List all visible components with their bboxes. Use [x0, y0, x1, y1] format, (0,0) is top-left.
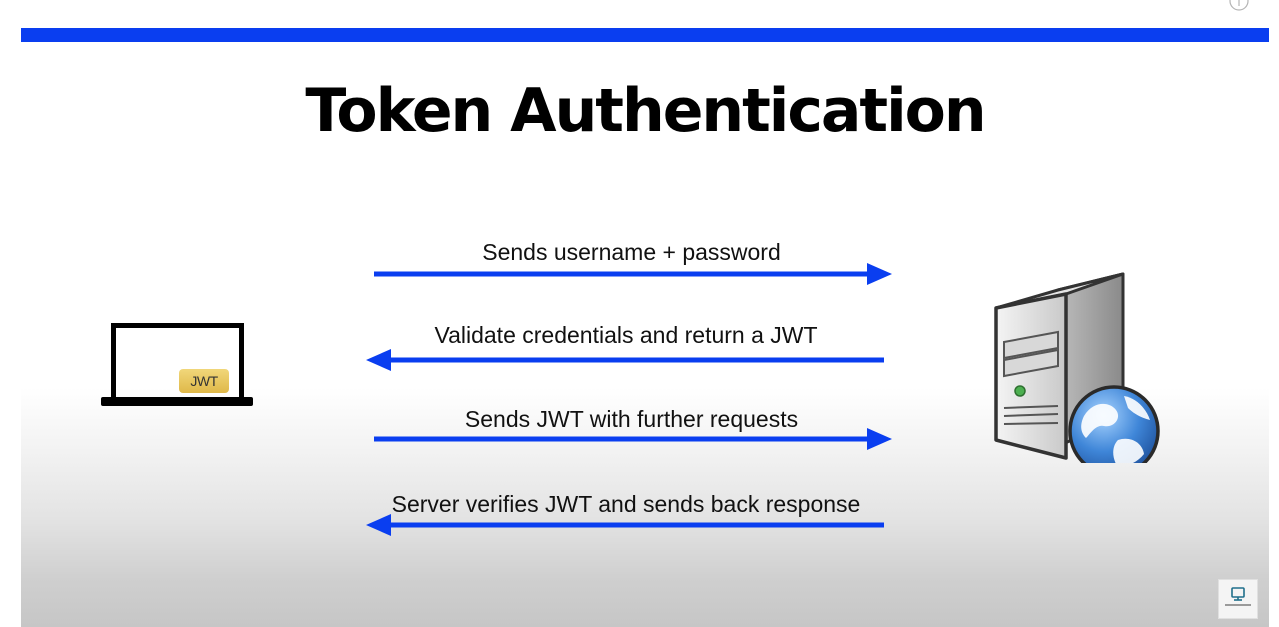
laptop-icon: JWT — [101, 323, 255, 413]
server-globe-icon — [994, 272, 1160, 463]
arrow-right-1 — [374, 263, 892, 285]
flow-label-1: Sends username + password — [482, 239, 781, 265]
jwt-badge: JWT — [179, 369, 229, 393]
page: Token Authentication Sends username + pa… — [0, 0, 1279, 627]
arrow-left-2 — [366, 349, 884, 371]
arrow-right-3 — [374, 428, 892, 450]
flow-label-2: Validate credentials and return a JWT — [434, 322, 818, 348]
slide-title: Token Authentication — [305, 76, 986, 146]
laptop-base — [101, 397, 253, 406]
channel-logo-icon[interactable] — [1218, 579, 1258, 619]
slide: Token Authentication Sends username + pa… — [21, 28, 1269, 627]
arrow-left-4 — [366, 514, 884, 536]
info-icon[interactable] — [1229, 0, 1249, 12]
accent-bar — [21, 28, 1269, 42]
